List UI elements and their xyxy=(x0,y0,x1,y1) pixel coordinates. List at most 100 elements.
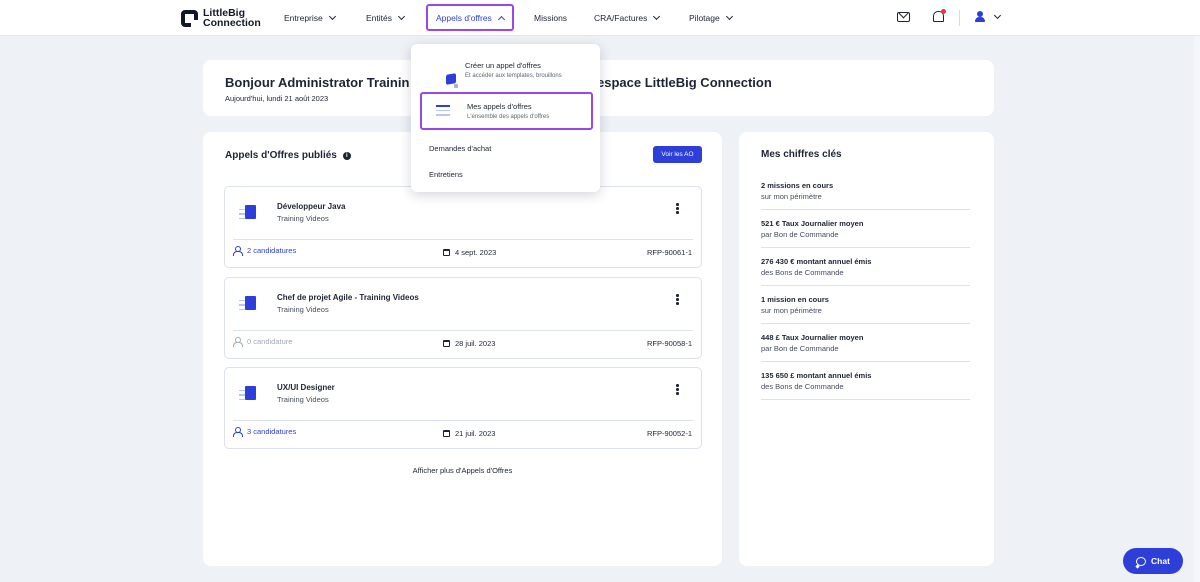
kpi-title: Mes chiffres clés xyxy=(761,149,842,160)
dropdown-item-entretiens[interactable]: Entretiens xyxy=(429,170,463,179)
ao-sub: Training Videos xyxy=(277,395,329,404)
document-icon xyxy=(237,384,259,406)
ao-title-text: Appels d'Offres publiés xyxy=(225,150,337,161)
ao-divider xyxy=(233,420,693,421)
nav-cra-factures-label: CRA/Factures xyxy=(594,13,648,23)
ao-item[interactable]: Chef de projet Agile - Training Videos T… xyxy=(224,277,702,359)
candidatures-link[interactable]: 2 candidatures xyxy=(233,246,297,256)
calendar-icon xyxy=(443,340,450,347)
candidatures-link[interactable]: 3 candidatures xyxy=(233,427,297,437)
ao-date-label: 28 juil. 2023 xyxy=(455,339,496,348)
person-icon xyxy=(233,337,243,347)
ao-sub: Training Videos xyxy=(277,214,329,223)
nav-appels-offres[interactable]: Appels d'offres xyxy=(426,4,514,31)
appels-offres-dropdown: Créer un appel d'offres Et accéder aux t… xyxy=(411,44,600,192)
ao-divider xyxy=(233,330,693,331)
ao-name: Développeur Java xyxy=(277,202,346,211)
nav-pilotage[interactable]: Pilotage xyxy=(689,6,733,30)
chevron-down-icon xyxy=(725,12,733,21)
show-more-link[interactable]: Afficher plus d'Appels d'Offres xyxy=(203,466,722,475)
logo-mark-icon xyxy=(181,9,198,27)
kpi-item: 521 € Taux Journalier moyen par Bon de C… xyxy=(761,210,970,248)
document-icon xyxy=(237,294,259,316)
ao-date: 4 sept. 2023 xyxy=(443,248,496,257)
mail-icon[interactable] xyxy=(897,12,910,22)
nav-cra-factures[interactable]: CRA/Factures xyxy=(594,6,661,30)
dropdown-item-demandes-achat[interactable]: Demandes d'achat xyxy=(429,144,491,153)
ao-name: Chef de projet Agile - Training Videos xyxy=(277,293,419,302)
ao-date-label: 4 sept. 2023 xyxy=(455,248,497,257)
nav-entreprise-label: Entreprise xyxy=(284,13,323,23)
document-icon xyxy=(237,203,259,225)
kpi-desc: par Bon de Commande xyxy=(761,344,839,353)
dropdown-item-label: Créer un appel d'offres xyxy=(465,61,541,70)
list-icon xyxy=(436,105,450,117)
candidatures-label: 0 candidature xyxy=(247,337,293,346)
candidatures-link[interactable]: 0 candidature xyxy=(233,337,293,347)
ao-sub: Training Videos xyxy=(277,305,329,314)
greeting-title-start: Bonjour Administrator Trainin xyxy=(225,75,410,90)
ao-title: Appels d'Offres publiés i xyxy=(225,150,351,161)
nav-appels-offres-label: Appels d'offres xyxy=(436,12,492,23)
nav-missions-label: Missions xyxy=(534,13,568,23)
kpi-desc: des Bons de Commande xyxy=(761,268,844,277)
ao-ref: RFP-90052-1 xyxy=(646,429,692,438)
chevron-down-icon xyxy=(653,12,661,21)
kebab-menu-icon[interactable] xyxy=(676,384,679,395)
ao-ref: RFP-90058-1 xyxy=(646,339,692,348)
scrollbar[interactable] xyxy=(1194,36,1200,582)
kpi-desc: des Bons de Commande xyxy=(761,382,844,391)
chevron-up-icon xyxy=(497,15,505,23)
kpi-value: 1 mission en cours xyxy=(761,295,829,304)
nav-entites-label: Entités xyxy=(366,13,392,23)
logo[interactable]: LittleBig Connection xyxy=(181,8,261,28)
calendar-icon xyxy=(443,249,450,256)
logo-line2: Connection xyxy=(203,17,261,29)
nav-pilotage-label: Pilotage xyxy=(689,13,720,23)
nav-separator xyxy=(959,10,960,26)
voir-ao-button[interactable]: Voir les AO xyxy=(653,146,702,163)
kpi-value: 135 650 £ montant annuel émis xyxy=(761,371,872,380)
kebab-menu-icon[interactable] xyxy=(676,294,679,305)
dropdown-item-desc: L'ensemble des appels d'offres xyxy=(467,114,550,120)
kebab-menu-icon[interactable] xyxy=(676,203,679,214)
kpi-value: 276 430 € montant annuel émis xyxy=(761,257,872,266)
chat-button[interactable]: Chat xyxy=(1123,548,1183,574)
chat-label: Chat xyxy=(1151,556,1170,566)
candidatures-label: 3 candidatures xyxy=(247,427,297,436)
chat-bubble-icon xyxy=(1136,556,1147,566)
ao-name: UX/UI Designer xyxy=(277,383,335,392)
kpi-card: Mes chiffres clés 2 missions en cours su… xyxy=(739,132,994,566)
greeting-date: Aujourd'hui, lundi 21 août 2023 xyxy=(225,94,329,103)
ao-divider xyxy=(233,239,693,240)
greeting-title: Bonjour Administrator Trainin espace Lit… xyxy=(225,75,772,90)
create-tender-icon xyxy=(434,64,458,88)
user-chevron-down-icon[interactable] xyxy=(993,11,1002,20)
chevron-down-icon xyxy=(397,12,406,21)
kpi-value: 448 £ Taux Journalier moyen xyxy=(761,333,864,342)
ao-item[interactable]: UX/UI Designer Training Videos 3 candida… xyxy=(224,367,702,449)
kpi-item: 276 430 € montant annuel émis des Bons d… xyxy=(761,248,970,286)
kpi-item: 1 mission en cours sur mon périmètre xyxy=(761,286,970,324)
kpi-item: 135 650 £ montant annuel émis des Bons d… xyxy=(761,362,970,400)
nav-entreprise[interactable]: Entreprise xyxy=(284,6,336,30)
user-icon[interactable] xyxy=(975,11,985,23)
ao-ref: RFP-90061-1 xyxy=(646,248,692,257)
kpi-desc: par Bon de Commande xyxy=(761,230,839,239)
ao-date-label: 21 juil. 2023 xyxy=(455,429,496,438)
kpi-desc: sur mon périmètre xyxy=(761,306,822,315)
ao-date: 21 juil. 2023 xyxy=(443,429,495,438)
kpi-value: 2 missions en cours xyxy=(761,181,834,190)
dropdown-item-creer[interactable]: Créer un appel d'offres Et accéder aux t… xyxy=(420,54,593,90)
info-icon[interactable]: i xyxy=(342,151,351,160)
ao-date: 28 juil. 2023 xyxy=(443,339,495,348)
person-icon xyxy=(233,246,243,256)
nav-missions[interactable]: Missions xyxy=(534,6,567,30)
candidatures-label: 2 candidatures xyxy=(247,246,297,255)
notification-dot xyxy=(941,9,946,14)
nav-entites[interactable]: Entités xyxy=(366,6,406,30)
dropdown-item-mes-appels[interactable]: Mes appels d'offres L'ensemble des appel… xyxy=(420,92,593,130)
ao-item[interactable]: Développeur Java Training Videos 2 candi… xyxy=(224,186,702,268)
chevron-down-icon xyxy=(328,12,336,21)
greeting-title-end: espace LittleBig Connection xyxy=(597,75,772,90)
